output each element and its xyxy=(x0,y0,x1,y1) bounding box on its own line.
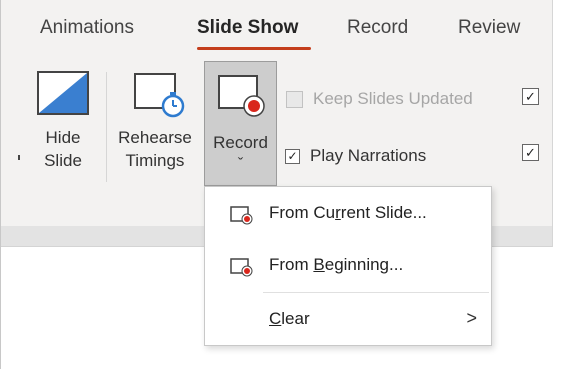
play-narrations-option[interactable]: ✓ Play Narrations xyxy=(285,146,426,166)
tab-slide-show[interactable]: Slide Show xyxy=(197,17,298,39)
rehearse-timings-label-2: Timings xyxy=(125,151,185,170)
record-slide-icon xyxy=(230,258,253,277)
tab-record[interactable]: Record xyxy=(347,17,408,39)
active-tab-underline xyxy=(197,47,311,50)
menu-item-from-beginning[interactable]: From Beginning... xyxy=(205,247,491,285)
from-current-slide-label: From Current Slide... xyxy=(269,203,427,223)
hide-slide-label-2: Slide xyxy=(44,151,82,170)
from-beginning-label: From Beginning... xyxy=(269,255,403,275)
play-narrations-label: Play Narrations xyxy=(310,146,427,165)
menu-item-clear[interactable]: Clear > xyxy=(205,301,491,339)
keep-slides-updated-option: Keep Slides Updated xyxy=(286,89,473,109)
right-top-checkbox-box: ✓ xyxy=(522,88,539,105)
hide-slide-icon xyxy=(37,71,89,115)
record-slide-icon xyxy=(218,75,265,117)
rehearse-timings-icon xyxy=(134,73,185,118)
tab-animations[interactable]: Animations xyxy=(40,17,134,39)
rehearse-timings-label-1: Rehearse xyxy=(118,128,192,147)
tab-review[interactable]: Review xyxy=(458,17,520,39)
ribbon-separator xyxy=(106,72,107,182)
record-button[interactable]: Record ˇ xyxy=(204,61,277,186)
menu-item-from-current-slide[interactable]: From Current Slide... xyxy=(205,195,491,233)
right-bottom-checkbox-box: ✓ xyxy=(522,144,539,161)
label-part: From xyxy=(269,255,314,274)
hide-slide-label-1: Hide xyxy=(45,128,81,147)
record-label: Record xyxy=(213,133,268,152)
menu-separator xyxy=(263,292,489,293)
record-dropdown-menu: From Current Slide... From Beginning... … xyxy=(204,186,492,346)
submenu-arrow-icon: > xyxy=(466,308,477,328)
chevron-down-icon[interactable]: ˇ xyxy=(205,156,276,174)
powerpoint-window: Animations Slide Show Record Review Hide… xyxy=(0,0,561,369)
clear-label: Clear xyxy=(269,309,310,329)
access-key: B xyxy=(313,255,325,274)
window-left-border xyxy=(0,0,1,369)
ribbon-right-border xyxy=(552,0,553,247)
label-part: eginning... xyxy=(324,255,404,274)
label-part: lear xyxy=(281,309,310,328)
label-part: rent Slide... xyxy=(340,203,427,222)
rehearse-timings-button[interactable]: Rehearse Timings xyxy=(112,70,198,172)
keep-slides-updated-label: Keep Slides Updated xyxy=(313,89,473,108)
play-narrations-checkbox[interactable]: ✓ xyxy=(285,148,300,164)
keep-slides-updated-checkbox xyxy=(286,90,303,108)
access-key: C xyxy=(269,309,282,328)
group-edge-mark xyxy=(18,155,20,160)
right-bottom-checkbox[interactable]: ✓ xyxy=(522,144,539,161)
label-part: From Cu xyxy=(269,203,336,222)
record-slide-icon xyxy=(230,206,253,225)
right-top-checkbox[interactable]: ✓ xyxy=(522,88,539,105)
hide-slide-button[interactable]: Hide Slide xyxy=(33,70,93,172)
